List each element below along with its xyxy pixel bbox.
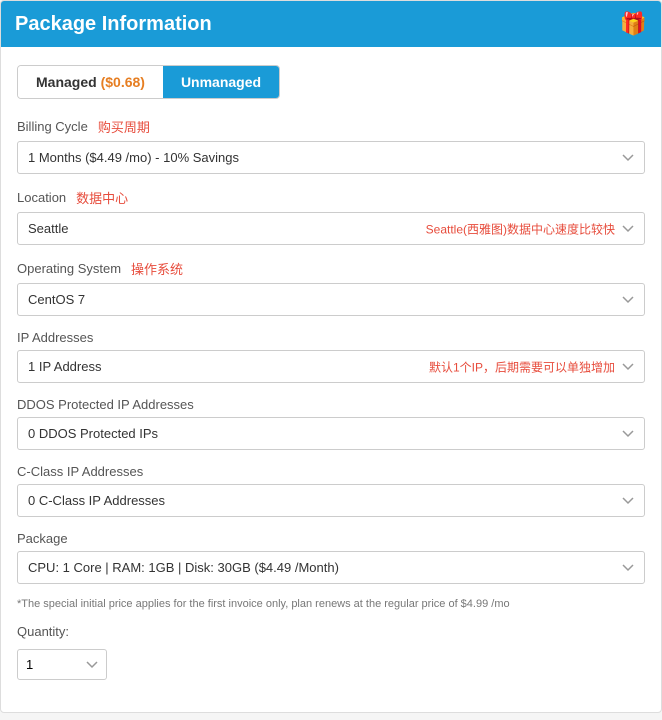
package-group: Package CPU: 1 Core | RAM: 1GB | Disk: 3…	[17, 531, 645, 584]
billing-cycle-group: Billing Cycle 购买周期 1 Months ($4.49 /mo) …	[17, 117, 645, 174]
ddos-group: DDOS Protected IP Addresses 0 DDOS Prote…	[17, 397, 645, 450]
os-group: Operating System 操作系统 CentOS 7 CentOS 8 …	[17, 259, 645, 316]
page-title: Package Information	[15, 13, 212, 36]
quantity-select[interactable]: 1 2 3 4 5	[17, 649, 107, 680]
managed-toggle-group: Managed ($0.68) Unmanaged	[17, 65, 280, 99]
cclass-label: C-Class IP Addresses	[17, 464, 143, 479]
ip-label: IP Addresses	[17, 330, 93, 345]
package-information-card: Package Information 🎁 Managed ($0.68) Un…	[0, 0, 662, 713]
ip-group: IP Addresses 1 IP Address 2 IP Addresses…	[17, 330, 645, 383]
ddos-select[interactable]: 0 DDOS Protected IPs 1 DDOS Protected IP…	[17, 417, 645, 450]
managed-button[interactable]: Managed ($0.68)	[18, 66, 163, 98]
cclass-select[interactable]: 0 C-Class IP Addresses 1 C-Class IP Addr…	[17, 484, 645, 517]
quantity-group: Quantity: 1 2 3 4 5	[17, 624, 645, 680]
billing-cycle-label-cn: 购买周期	[98, 117, 150, 136]
os-select[interactable]: CentOS 7 CentOS 8 Ubuntu 20.04 Debian 10…	[17, 283, 645, 316]
location-group: Location 数据中心 Seattle Los Angeles New Yo…	[17, 188, 645, 245]
billing-cycle-label: Billing Cycle	[17, 119, 88, 134]
billing-cycle-select[interactable]: 1 Months ($4.49 /mo) - 10% Savings 3 Mon…	[17, 141, 645, 174]
package-footnote: *The special initial price applies for t…	[17, 598, 645, 610]
card-header: Package Information 🎁	[1, 1, 661, 47]
cclass-group: C-Class IP Addresses 0 C-Class IP Addres…	[17, 464, 645, 517]
package-select[interactable]: CPU: 1 Core | RAM: 1GB | Disk: 30GB ($4.…	[17, 551, 645, 584]
package-icon: 🎁	[620, 11, 647, 37]
location-label: Location	[17, 190, 66, 205]
unmanaged-button[interactable]: Unmanaged	[163, 66, 279, 98]
location-select[interactable]: Seattle Los Angeles New York Dallas	[17, 212, 645, 245]
ddos-label: DDOS Protected IP Addresses	[17, 397, 194, 412]
quantity-label: Quantity:	[17, 624, 69, 639]
os-label-cn: 操作系统	[131, 259, 183, 278]
os-label: Operating System	[17, 261, 121, 276]
card-body: Managed ($0.68) Unmanaged Billing Cycle …	[1, 47, 661, 712]
ip-select[interactable]: 1 IP Address 2 IP Addresses 3 IP Address…	[17, 350, 645, 383]
package-label: Package	[17, 531, 68, 546]
location-label-cn: 数据中心	[76, 188, 128, 207]
